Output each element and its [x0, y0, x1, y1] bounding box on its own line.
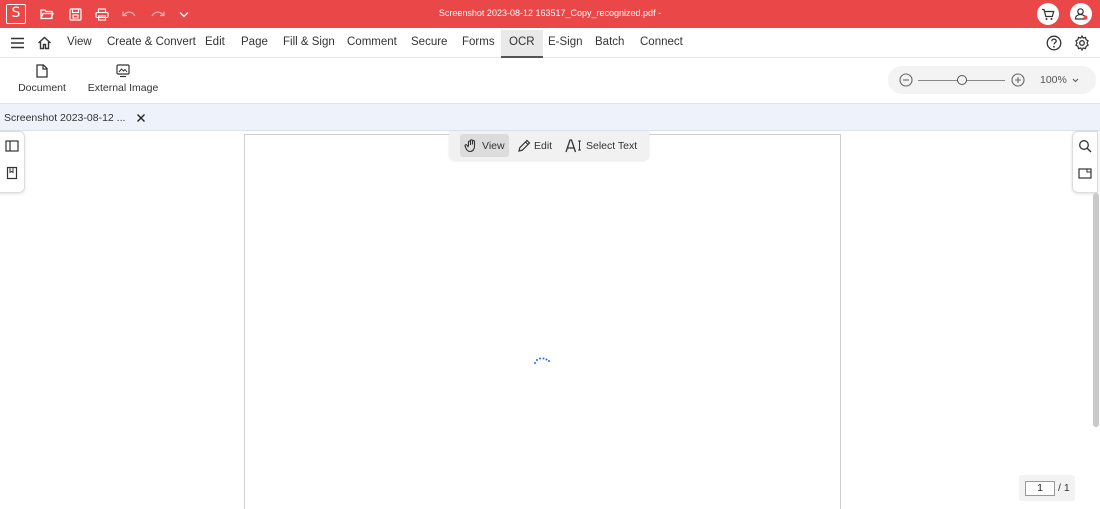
save-icon[interactable] — [66, 5, 84, 23]
document-tab-title: Screenshot 2023-08-12 ... — [4, 111, 126, 124]
view-mode-button[interactable]: View — [460, 134, 509, 157]
menu-forms[interactable]: Forms — [456, 30, 501, 58]
menu-connect[interactable]: Connect — [634, 30, 689, 58]
print-icon[interactable] — [93, 5, 111, 23]
page-navigator: 1 / 1 — [1019, 475, 1075, 501]
ocr-document-button[interactable]: Document — [14, 64, 70, 100]
zoom-level-dropdown[interactable]: 100% — [1040, 74, 1079, 86]
document-tab[interactable]: Screenshot 2023-08-12 ... — [0, 104, 147, 131]
pdf-page[interactable] — [244, 134, 841, 509]
loading-spinner-icon — [533, 356, 553, 368]
zoom-in-icon[interactable] — [1011, 73, 1025, 87]
menu-view[interactable]: View — [61, 30, 98, 58]
menu-page[interactable]: Page — [235, 30, 274, 58]
menu-secure[interactable]: Secure — [405, 30, 453, 58]
menu-batch[interactable]: Batch — [589, 30, 630, 58]
menu-fill-sign[interactable]: Fill & Sign — [277, 30, 341, 58]
document-workspace: View Edit Select Text 1 / 1 — [0, 131, 1100, 509]
chevron-down-icon[interactable] — [175, 5, 193, 23]
cart-icon — [1042, 8, 1055, 20]
right-side-panel — [1072, 131, 1098, 193]
ocr-ribbon: Document External Image 100% — [0, 58, 1100, 104]
menu-ocr[interactable]: OCR — [501, 30, 543, 58]
total-pages: / 1 — [1058, 482, 1070, 494]
menu-edit[interactable]: Edit — [199, 30, 231, 58]
hand-icon — [464, 139, 476, 153]
redo-icon[interactable] — [148, 5, 166, 23]
document-tab-bar: Screenshot 2023-08-12 ... — [0, 104, 1100, 131]
app-logo[interactable]: S — [6, 4, 26, 24]
properties-panel-icon[interactable] — [1078, 166, 1092, 180]
document-label: Document — [18, 82, 66, 94]
current-page-input[interactable]: 1 — [1025, 480, 1055, 496]
home-icon[interactable] — [35, 34, 53, 52]
vertical-scrollbar[interactable] — [1093, 193, 1099, 427]
text-cursor-icon — [565, 138, 581, 152]
ocr-external-image-button[interactable]: External Image — [86, 64, 160, 100]
help-icon[interactable] — [1045, 34, 1063, 52]
title-bar: S Screenshot 2023-08-12 163517_Copy_reco… — [0, 0, 1100, 28]
zoom-level-value: 100% — [1040, 74, 1067, 86]
pencil-icon — [518, 139, 531, 152]
edit-mode-label: Edit — [534, 139, 553, 152]
zoom-control: 100% — [888, 66, 1096, 94]
chevron-down-icon — [1072, 78, 1079, 82]
menu-e-sign[interactable]: E-Sign — [542, 30, 589, 58]
document-icon — [14, 64, 70, 80]
menu-create-convert[interactable]: Create & Convert — [101, 30, 202, 58]
zoom-slider-thumb[interactable] — [957, 75, 967, 85]
select-text-mode-button[interactable]: Select Text — [561, 134, 641, 157]
view-mode-label: View — [482, 139, 505, 152]
viewer-mode-toolbar: View Edit Select Text — [449, 131, 649, 160]
gear-icon[interactable] — [1073, 34, 1091, 52]
select-text-mode-label: Select Text — [586, 139, 638, 152]
left-side-panel — [0, 131, 25, 193]
account-button[interactable] — [1070, 3, 1092, 25]
close-icon[interactable] — [135, 112, 147, 124]
search-icon[interactable] — [1078, 139, 1092, 153]
edit-mode-button[interactable]: Edit — [513, 134, 556, 157]
external-image-icon — [86, 64, 160, 80]
user-icon — [1074, 8, 1088, 20]
bookmark-icon[interactable] — [5, 166, 19, 180]
menu-comment[interactable]: Comment — [341, 30, 403, 58]
hamburger-icon[interactable] — [8, 34, 26, 52]
menu-bar: View Create & Convert Edit Page Fill & S… — [0, 28, 1100, 58]
cart-button[interactable] — [1037, 3, 1059, 25]
open-folder-icon[interactable] — [38, 5, 56, 23]
sidebar-toggle-icon[interactable] — [5, 139, 19, 153]
external-image-label: External Image — [87, 82, 159, 94]
zoom-out-icon[interactable] — [899, 73, 913, 87]
undo-icon[interactable] — [120, 5, 138, 23]
